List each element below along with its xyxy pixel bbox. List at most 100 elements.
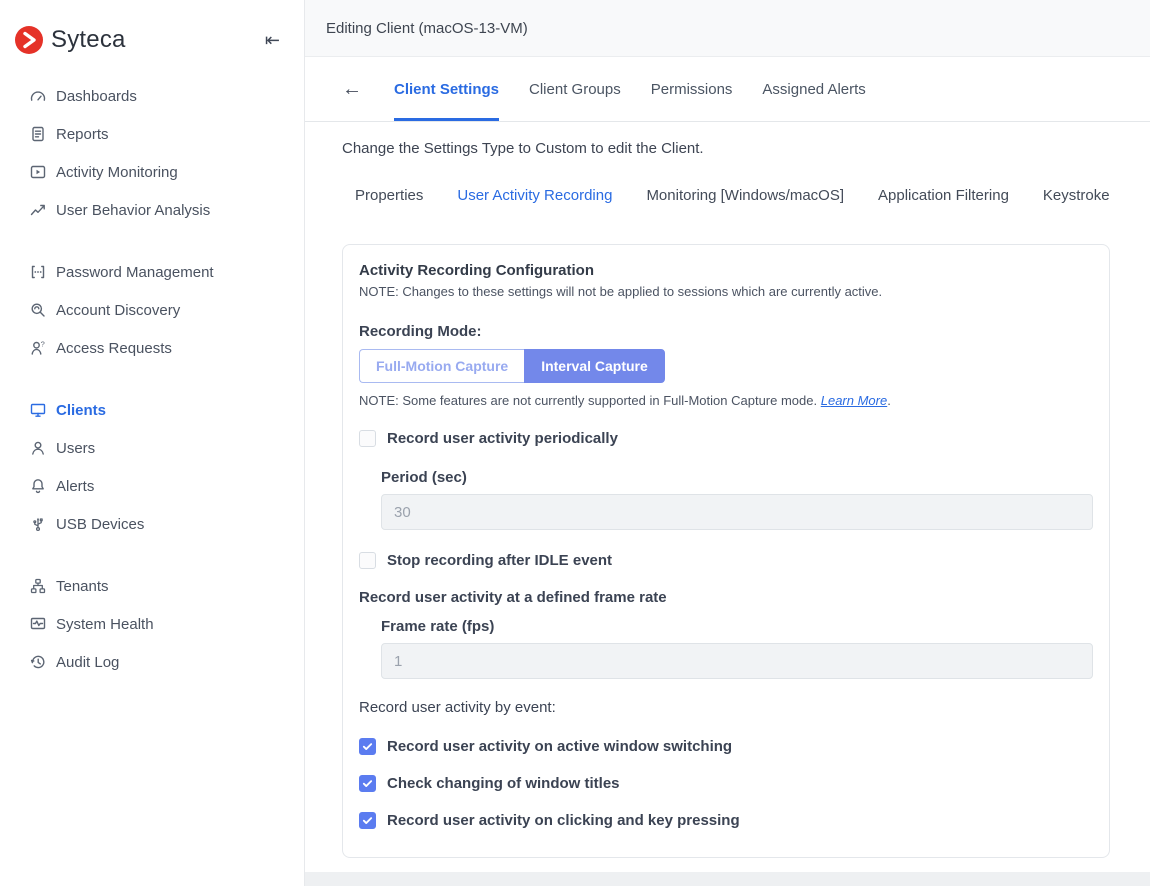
tab-client-groups[interactable]: Client Groups [529, 57, 621, 121]
mode-note-suffix: . [887, 393, 891, 408]
sidebar-item-reports[interactable]: Reports [0, 115, 304, 153]
tab-client-settings[interactable]: Client Settings [394, 57, 499, 121]
full-motion-capture-button[interactable]: Full-Motion Capture [359, 349, 524, 383]
tab-permissions[interactable]: Permissions [651, 57, 733, 121]
back-arrow-button[interactable]: ← [342, 78, 362, 101]
sidebar-item-dashboards[interactable]: Dashboards [0, 77, 304, 115]
sidebar-item-label: Clients [56, 402, 106, 419]
sidebar-item-activity-monitoring[interactable]: Activity Monitoring [0, 153, 304, 191]
sidebar-item-access-requests[interactable]: ? Access Requests [0, 329, 304, 367]
audit-log-icon [29, 653, 47, 671]
sidebar-item-label: User Behavior Analysis [56, 202, 210, 219]
bottom-divider [305, 872, 1150, 886]
checkbox-checked-icon[interactable] [359, 775, 376, 792]
svg-text:?: ? [41, 340, 45, 349]
sidebar-item-label: System Health [56, 616, 154, 633]
checkbox-label: Stop recording after IDLE event [387, 552, 612, 569]
nav-group-endpoints: Clients Users Alerts USB Devices [0, 391, 304, 543]
mode-note-text: NOTE: Some features are not currently su… [359, 393, 817, 408]
sidebar-header: Syteca ⇤ [0, 0, 304, 58]
learn-more-link[interactable]: Learn More [821, 393, 887, 408]
content-area: ← Client Settings Client Groups Permissi… [305, 57, 1150, 886]
tenants-icon [29, 577, 47, 595]
recording-mode-label: Recording Mode: [359, 323, 1093, 340]
settings-type-notice: Change the Settings Type to Custom to ed… [342, 140, 1110, 157]
mode-note: NOTE: Some features are not currently su… [359, 393, 1093, 408]
sidebar-item-label: Password Management [56, 264, 214, 281]
brand: Syteca [14, 25, 126, 55]
subtab-application-filtering[interactable]: Application Filtering [878, 187, 1009, 204]
frame-rate-input[interactable] [381, 643, 1093, 679]
frame-rate-section-label: Record user activity at a defined frame … [359, 589, 1093, 606]
checkbox-unchecked-icon[interactable] [359, 430, 376, 447]
sidebar-item-system-health[interactable]: System Health [0, 605, 304, 643]
sidebar-item-label: Account Discovery [56, 302, 180, 319]
checkbox-row-window-titles[interactable]: Check changing of window titles [359, 775, 1093, 792]
sidebar-item-usb-devices[interactable]: USB Devices [0, 505, 304, 543]
sidebar-item-alerts[interactable]: Alerts [0, 467, 304, 505]
account-discovery-icon [29, 301, 47, 319]
sidebar-item-audit-log[interactable]: Audit Log [0, 643, 304, 681]
checkbox-checked-icon[interactable] [359, 812, 376, 829]
sidebar-item-account-discovery[interactable]: Account Discovery [0, 291, 304, 329]
sidebar-item-label: Dashboards [56, 88, 137, 105]
checkbox-label: Record user activity on clicking and key… [387, 812, 740, 829]
sidebar-item-label: Audit Log [56, 654, 119, 671]
subtab-keystroke[interactable]: Keystroke [1043, 187, 1110, 204]
sidebar-item-label: Tenants [56, 578, 109, 595]
tab-assigned-alerts[interactable]: Assigned Alerts [762, 57, 865, 121]
period-label: Period (sec) [381, 469, 1093, 486]
password-management-icon [29, 263, 47, 281]
system-health-icon [29, 615, 47, 633]
sidebar-nav: Dashboards Reports Activity Monitoring U… [0, 77, 304, 681]
sidebar-item-users[interactable]: Users [0, 429, 304, 467]
checkbox-label: Record user activity on active window sw… [387, 738, 732, 755]
collapse-sidebar-button[interactable]: ⇤ [265, 31, 280, 49]
nav-group-system: Tenants System Health Audit Log [0, 567, 304, 681]
sidebar-item-clients[interactable]: Clients [0, 391, 304, 429]
tab-label: Assigned Alerts [762, 81, 865, 98]
sidebar-item-label: Users [56, 440, 95, 457]
sidebar-item-password-management[interactable]: Password Management [0, 253, 304, 291]
tabs-bar: ← Client Settings Client Groups Permissi… [305, 57, 1150, 122]
activity-recording-card: Activity Recording Configuration NOTE: C… [342, 244, 1110, 858]
interval-capture-button[interactable]: Interval Capture [524, 349, 665, 383]
period-input[interactable] [381, 494, 1093, 530]
sidebar-item-user-behavior-analysis[interactable]: User Behavior Analysis [0, 191, 304, 229]
brand-name: Syteca [51, 26, 126, 54]
sidebar-item-label: USB Devices [56, 516, 144, 533]
subtab-properties[interactable]: Properties [355, 187, 423, 204]
subtab-monitoring[interactable]: Monitoring [Windows/macOS] [646, 187, 844, 204]
main-area: Editing Client (macOS-13-VM) ← Client Se… [305, 0, 1150, 886]
frame-rate-label: Frame rate (fps) [381, 618, 1093, 635]
sidebar-item-label: Access Requests [56, 340, 172, 357]
nav-group-pam: Password Management Account Discovery ? … [0, 253, 304, 367]
sidebar-item-label: Reports [56, 126, 109, 143]
sidebar-item-tenants[interactable]: Tenants [0, 567, 304, 605]
settings-subtabs: Properties User Activity Recording Monit… [355, 187, 1110, 204]
card-title: Activity Recording Configuration [359, 262, 1093, 279]
page-title: Editing Client (macOS-13-VM) [326, 20, 528, 37]
clients-icon [29, 401, 47, 419]
tab-label: Permissions [651, 81, 733, 98]
tab-label: Client Groups [529, 81, 621, 98]
checkbox-checked-icon[interactable] [359, 738, 376, 755]
card-note: NOTE: Changes to these settings will not… [359, 284, 1093, 299]
sidebar-item-label: Activity Monitoring [56, 164, 178, 181]
nav-group-analytics: Dashboards Reports Activity Monitoring U… [0, 77, 304, 229]
checkbox-row-window-switching[interactable]: Record user activity on active window sw… [359, 738, 1093, 755]
subtab-user-activity-recording[interactable]: User Activity Recording [457, 187, 612, 204]
access-requests-icon: ? [29, 339, 47, 357]
checkbox-row-stop-after-idle[interactable]: Stop recording after IDLE event [359, 552, 1093, 569]
activity-monitoring-icon [29, 163, 47, 181]
checkbox-row-click-key-press[interactable]: Record user activity on clicking and key… [359, 812, 1093, 829]
recording-mode-toggle: Full-Motion Capture Interval Capture [359, 349, 665, 383]
sidebar: Syteca ⇤ Dashboards Reports Activity Mon… [0, 0, 305, 886]
by-event-label: Record user activity by event: [359, 699, 1093, 716]
dashboard-icon [29, 87, 47, 105]
sidebar-item-label: Alerts [56, 478, 94, 495]
users-icon [29, 439, 47, 457]
tab-label: Client Settings [394, 81, 499, 98]
checkbox-unchecked-icon[interactable] [359, 552, 376, 569]
checkbox-row-record-periodically[interactable]: Record user activity periodically [359, 430, 1093, 447]
